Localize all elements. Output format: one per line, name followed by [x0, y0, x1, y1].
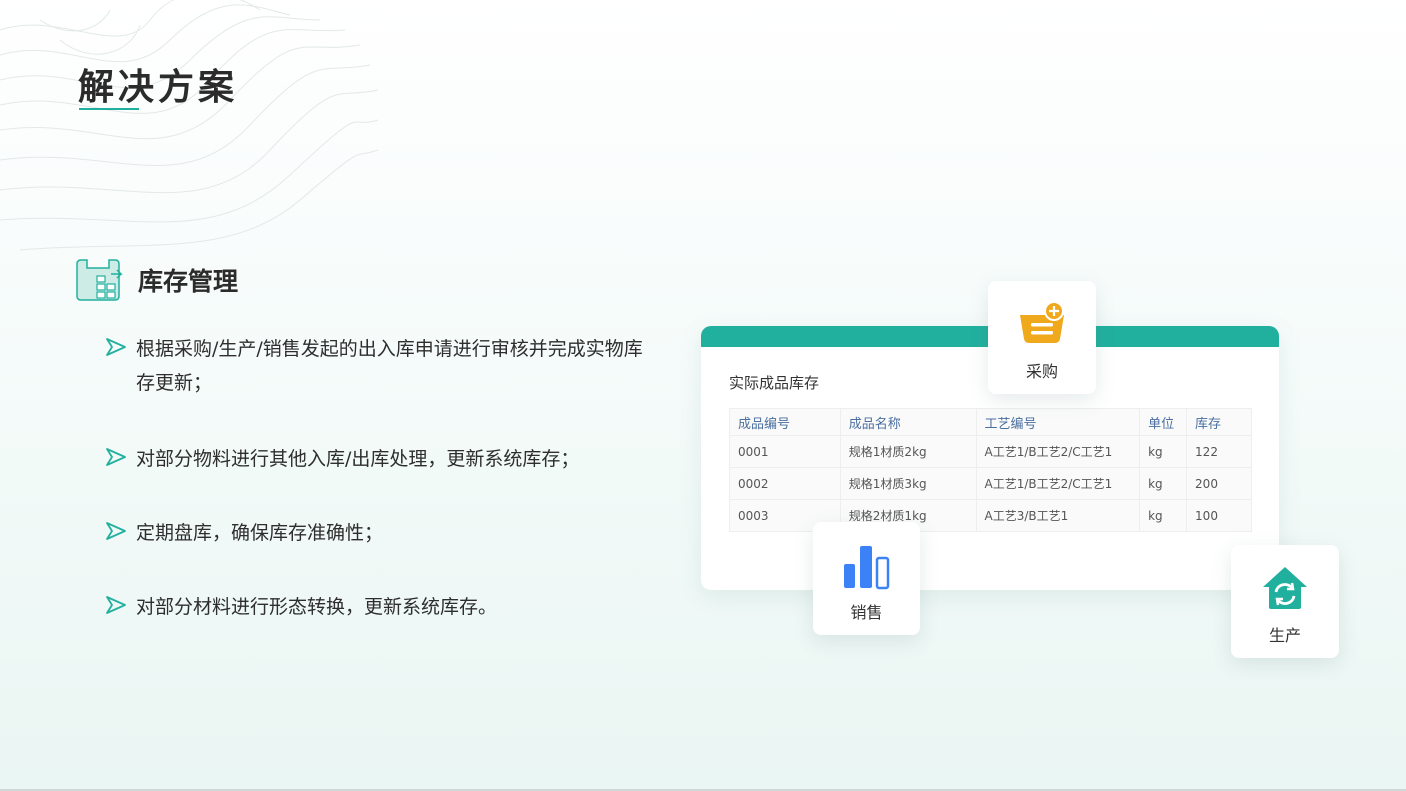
bullet-text: 对部分物料进行其他入库/出库处理，更新系统库存； [136, 448, 580, 470]
arrow-bullet-icon [106, 596, 126, 614]
bullet-item: 定期盘库，确保库存准确性； [104, 516, 664, 550]
page-title: 解决方案 [78, 67, 239, 108]
inventory-table: 成品编号 成品名称 工艺编号 单位 库存 0001 规格1材质2kg A工艺1/… [729, 408, 1252, 532]
table-cell: A工艺1/B工艺2/C工艺1 [975, 467, 1141, 500]
arrow-bullet-icon [106, 338, 126, 356]
purchase-module-card[interactable]: 采购 [988, 281, 1096, 394]
table-row: 0003 规格2材质1kg A工艺3/B工艺1 kg 100 [729, 499, 1252, 532]
column-header: 成品名称 [839, 408, 977, 436]
warehouse-box-icon [76, 259, 123, 301]
table-cell: kg [1139, 499, 1188, 532]
basket-plus-icon [1020, 301, 1064, 343]
table-cell: 0001 [729, 435, 841, 468]
sales-module-card[interactable]: 销售 [813, 522, 920, 635]
purchase-label: 采购 [1025, 362, 1058, 381]
inventory-title: 实际成品库存 [729, 374, 820, 392]
table-cell: A工艺3/B工艺1 [975, 499, 1141, 532]
bullet-item: 对部分物料进行其他入库/出库处理，更新系统库存； [104, 442, 664, 476]
table-row: 0001 规格1材质2kg A工艺1/B工艺2/C工艺1 kg 122 [729, 435, 1252, 468]
table-row: 0002 规格1材质3kg A工艺1/B工艺2/C工艺1 kg 200 [729, 467, 1252, 500]
column-header: 工艺编号 [975, 408, 1141, 436]
arrow-bullet-icon [106, 522, 126, 540]
table-cell: 122 [1186, 435, 1252, 468]
topographic-decoration [0, 0, 379, 251]
table-cell: kg [1139, 435, 1188, 468]
house-refresh-icon [1263, 567, 1307, 609]
table-cell: A工艺1/B工艺2/C工艺1 [975, 435, 1141, 468]
bullet-item: 对部分材料进行形态转换，更新系统库存。 [104, 590, 664, 624]
title-underline [79, 108, 139, 110]
column-header: 库存 [1186, 408, 1252, 436]
table-cell: kg [1139, 467, 1188, 500]
table-cell: 规格1材质2kg [839, 435, 977, 468]
production-label: 生产 [1268, 626, 1301, 645]
sales-label: 销售 [850, 603, 883, 622]
section-title: 库存管理 [138, 267, 239, 296]
production-module-card[interactable]: 生产 [1231, 545, 1339, 658]
bullet-text: 根据采购/生产/销售发起的出入库申请进行审核并完成实物库存更新； [136, 338, 643, 394]
table-cell: 0002 [729, 467, 841, 500]
table-cell: 规格1材质3kg [839, 467, 977, 500]
bar-chart-icon [844, 546, 890, 590]
table-header-row: 成品编号 成品名称 工艺编号 单位 库存 [729, 408, 1252, 436]
column-header: 成品编号 [729, 408, 841, 436]
table-cell: 100 [1186, 499, 1252, 532]
bullet-text: 对部分材料进行形态转换，更新系统库存。 [136, 596, 498, 618]
table-cell: 200 [1186, 467, 1252, 500]
bullet-item: 根据采购/生产/销售发起的出入库申请进行审核并完成实物库存更新； [104, 332, 664, 400]
bullet-text: 定期盘库，确保库存准确性； [136, 522, 384, 544]
arrow-bullet-icon [106, 448, 126, 466]
column-header: 单位 [1139, 408, 1188, 436]
